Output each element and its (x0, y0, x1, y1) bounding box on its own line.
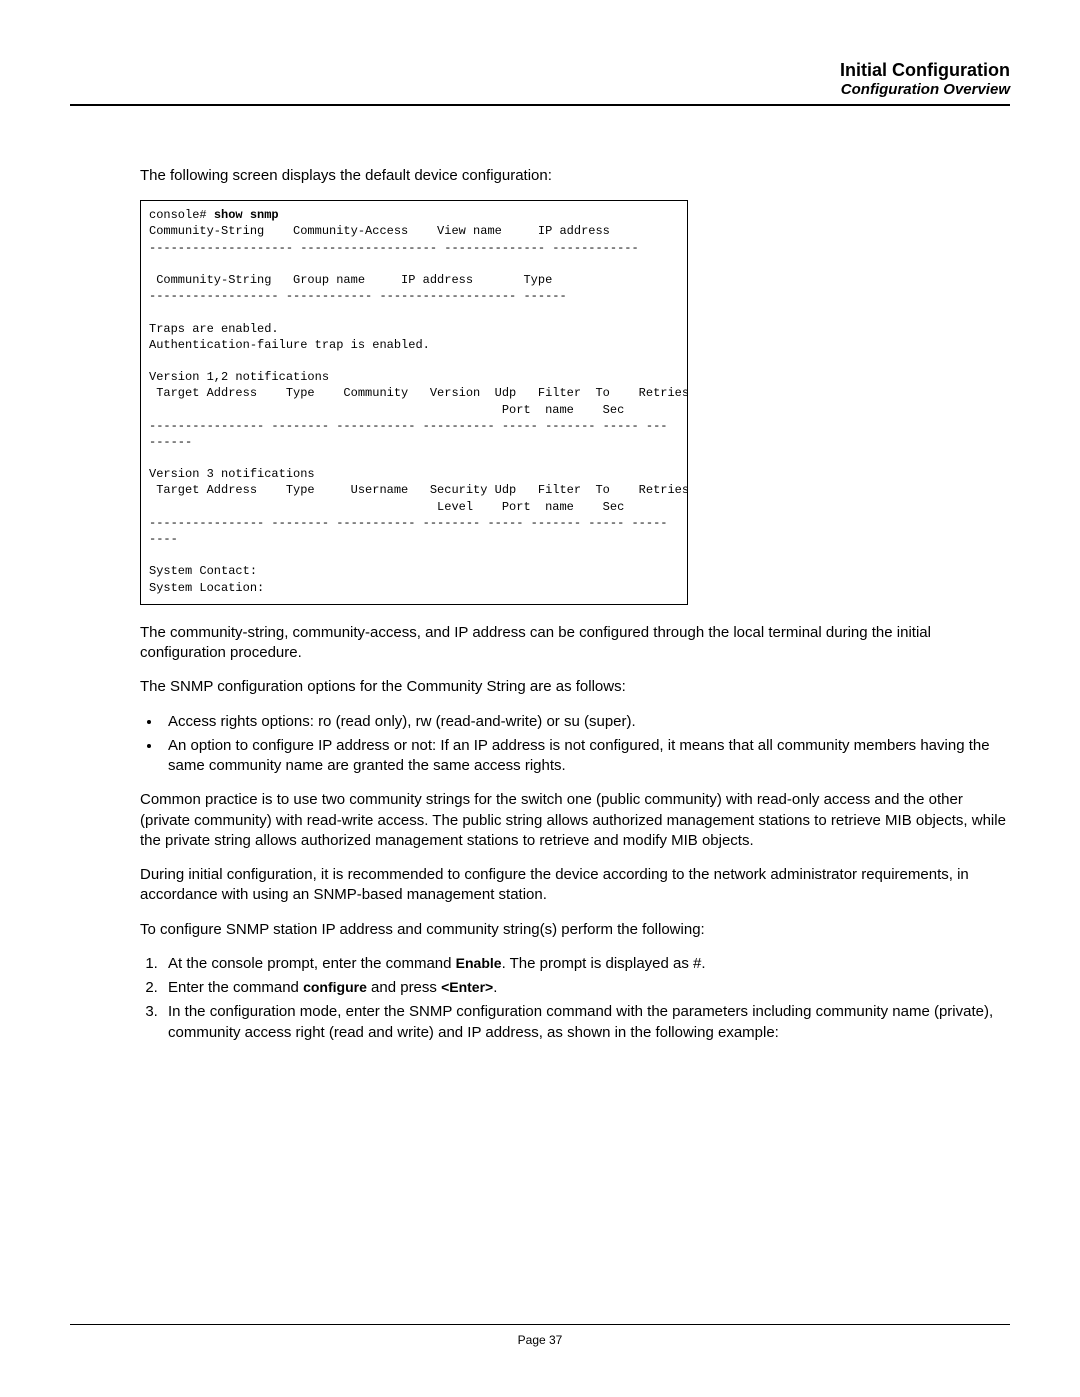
bullet-list: Access rights options: ro (read only), r… (140, 712, 1010, 777)
step-text: Enter the command (168, 979, 303, 996)
paragraph-5: To configure SNMP station IP address and… (140, 920, 1010, 940)
step-text: . (493, 979, 497, 996)
step-text: . The prompt is displayed as #. (502, 955, 706, 972)
paragraph-4: During initial configuration, it is reco… (140, 865, 1010, 906)
command-configure: configure (303, 979, 367, 995)
page-number: Page 37 (70, 1333, 1010, 1347)
content-area: The following screen displays the defaul… (70, 106, 1010, 1043)
page-header: Initial Configuration Configuration Over… (70, 60, 1010, 98)
paragraph-3: Common practice is to use two community … (140, 790, 1010, 851)
command-enable: Enable (456, 955, 502, 971)
page: Initial Configuration Configuration Over… (0, 0, 1080, 1397)
footer-rule (70, 1324, 1010, 1325)
list-item: Access rights options: ro (read only), r… (162, 712, 1010, 732)
list-item: An option to configure IP address or not… (162, 736, 1010, 777)
step-text: and press (367, 979, 441, 996)
terminal-output: console# show snmp Community-String Comm… (140, 200, 688, 605)
header-subtitle: Configuration Overview (70, 81, 1010, 98)
paragraph-1: The community-string, community-access, … (140, 623, 1010, 664)
terminal-command: show snmp (214, 208, 279, 222)
header-title: Initial Configuration (70, 60, 1010, 81)
list-item: Enter the command configure and press <E… (162, 978, 1010, 998)
page-footer: Page 37 (70, 1324, 1010, 1347)
intro-paragraph: The following screen displays the defaul… (140, 166, 1010, 186)
list-item: At the console prompt, enter the command… (162, 954, 1010, 974)
key-enter: <Enter> (441, 979, 493, 995)
terminal-prompt: console# (149, 208, 214, 222)
step-text: At the console prompt, enter the command (168, 955, 456, 972)
steps-list: At the console prompt, enter the command… (140, 954, 1010, 1043)
paragraph-2: The SNMP configuration options for the C… (140, 677, 1010, 697)
list-item: In the configuration mode, enter the SNM… (162, 1002, 1010, 1043)
terminal-body: Community-String Community-Access View n… (149, 224, 689, 594)
